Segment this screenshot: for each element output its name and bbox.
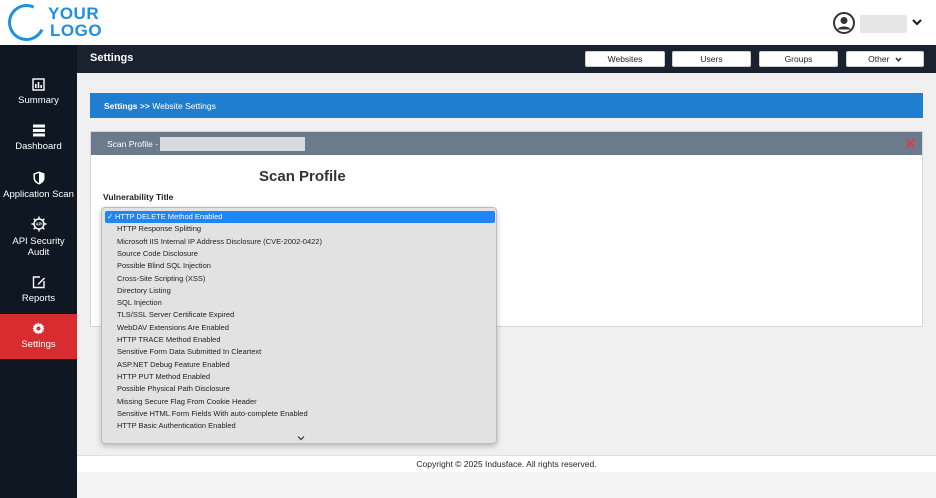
sidebar-item-label: Dashboard	[15, 141, 62, 152]
sidebar-item-settings[interactable]: Settings	[0, 314, 77, 359]
edit-report-icon	[32, 276, 45, 289]
breadcrumb-bar: Settings >> Website Settings	[90, 93, 923, 118]
dropdown-option[interactable]: Sensitive HTML Form Fields With auto-com…	[105, 408, 495, 420]
sidebar-item-label: Summary	[18, 95, 59, 106]
sidebar-item-label: Settings	[21, 339, 56, 350]
dropdown-option[interactable]: Possible Physical Path Disclosure	[105, 383, 495, 395]
page-title: Settings	[90, 52, 134, 64]
sidebar-item-summary[interactable]: Summary	[0, 78, 77, 122]
shield-icon	[33, 171, 44, 185]
groups-button[interactable]: Groups	[759, 51, 838, 67]
logo-text: YOUR LOGO	[48, 4, 103, 40]
dropdown-option[interactable]: TLS/SSL Server Certificate Expired	[105, 309, 495, 321]
dropdown-option[interactable]: Missing Secure Flag From Cookie Header	[105, 396, 495, 408]
sidebar-item-application-scan[interactable]: Application Scan	[0, 171, 77, 215]
vulnerability-title-label: Vulnerability Title	[103, 192, 174, 202]
sidebar-item-label: Application Scan	[3, 189, 74, 200]
page-title-bar: Settings Websites Users Groups Other	[77, 45, 936, 73]
dropdown-option[interactable]: Cross-Site Scripting (XSS)	[105, 273, 495, 285]
copyright-text: Copyright © 2025 Indusface. All rights r…	[416, 459, 597, 469]
dropdown-option[interactable]: Sensitive Form Data Submitted In Clearte…	[105, 346, 495, 358]
users-button[interactable]: Users	[672, 51, 751, 67]
logo[interactable]: YOUR LOGO	[2, 0, 102, 47]
dropdown-option[interactable]: HTTP Response Splitting	[105, 223, 495, 235]
svg-text:API: API	[35, 222, 42, 227]
gear-icon	[32, 322, 45, 335]
chevron-down-icon	[895, 57, 902, 63]
sidebar-item-label: API Security Audit	[12, 236, 65, 258]
breadcrumb-separator: >>	[139, 101, 150, 111]
sidebar-item-reports[interactable]: Reports	[0, 275, 77, 319]
dropdown-option[interactable]: HTTP TRACE Method Enabled	[105, 334, 495, 346]
other-button-label: Other	[868, 54, 890, 64]
footer: Copyright © 2025 Indusface. All rights r…	[77, 455, 936, 472]
sidebar-item-label: Reports	[21, 293, 56, 304]
page-bottom-area	[77, 472, 936, 498]
card-header: Scan Profile -	[91, 132, 922, 155]
sidebar: Summary Dashboard Application Scan API A…	[0, 45, 77, 498]
card-header-title: Scan Profile -	[107, 139, 159, 149]
vulnerability-title-dropdown[interactable]: ✓ HTTP DELETE Method Enabled HTTP Respons…	[101, 207, 497, 444]
dropdown-option[interactable]: SQL Injection	[105, 297, 495, 309]
breadcrumb-current: Website Settings	[152, 101, 216, 111]
chart-report-icon	[32, 78, 45, 91]
websites-button[interactable]: Websites	[585, 51, 665, 67]
dropdown-option[interactable]: HTTP PUT Method Enabled	[105, 371, 495, 383]
scan-profile-heading: Scan Profile	[259, 168, 346, 185]
chevron-down-icon[interactable]	[910, 15, 924, 29]
dropdown-option[interactable]: HTTP Basic Authentication Enabled	[105, 420, 495, 432]
profile-name-redacted	[160, 137, 305, 151]
dropdown-option[interactable]: Microsoft IIS Internal IP Address Disclo…	[105, 236, 495, 248]
user-name-redacted[interactable]	[860, 15, 907, 33]
sidebar-item-dashboard[interactable]: Dashboard	[0, 124, 77, 168]
user-avatar-icon[interactable]	[833, 12, 855, 34]
dropdown-option[interactable]: WebDAV Extensions Are Enabled	[105, 322, 495, 334]
other-dropdown-button[interactable]: Other	[846, 51, 924, 67]
breadcrumb-root[interactable]: Settings	[104, 101, 138, 111]
close-icon[interactable]	[905, 138, 916, 149]
dropdown-option[interactable]: Possible Blind SQL Injection	[105, 260, 495, 272]
scroll-down-chevron-icon[interactable]	[297, 435, 305, 441]
dropdown-option[interactable]: ASP.NET Debug Feature Enabled	[105, 359, 495, 371]
dropdown-option-selected[interactable]: ✓ HTTP DELETE Method Enabled	[105, 211, 495, 223]
checkmark-icon: ✓	[107, 212, 114, 221]
server-stack-icon	[32, 124, 45, 137]
dropdown-option[interactable]: Source Code Disclosure	[105, 248, 495, 260]
logo-ring-icon	[2, 0, 51, 47]
top-header: YOUR LOGO	[0, 0, 936, 47]
api-gear-icon: API	[31, 216, 46, 232]
sidebar-item-api-security-audit[interactable]: API API Security Audit	[0, 216, 77, 266]
breadcrumb: Settings >> Website Settings	[104, 101, 216, 111]
dropdown-option[interactable]: Directory Listing	[105, 285, 495, 297]
